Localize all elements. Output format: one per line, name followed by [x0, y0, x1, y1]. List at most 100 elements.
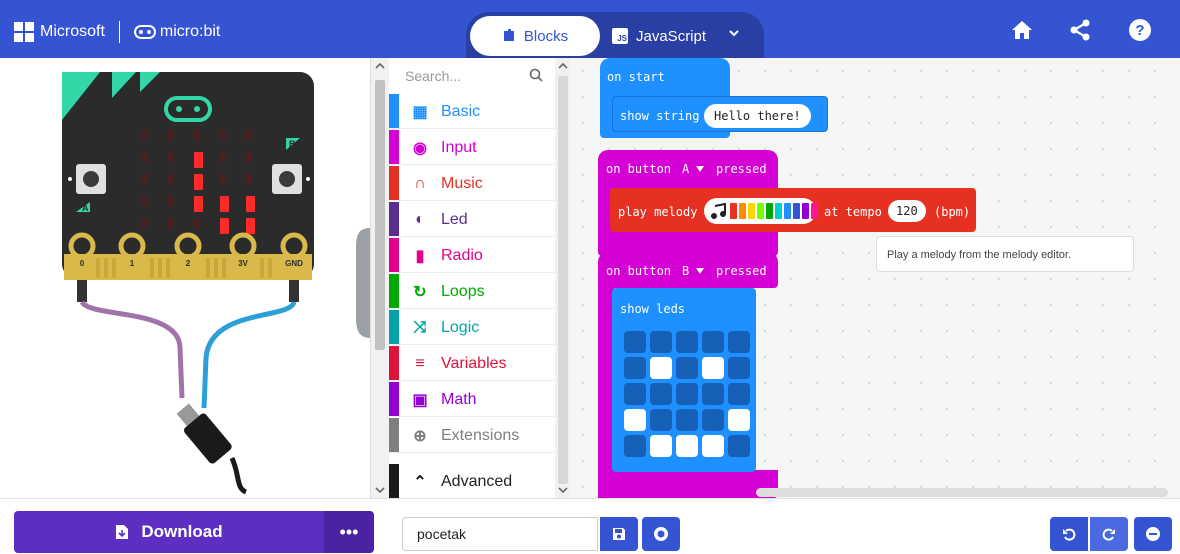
- led-3-0: [142, 196, 147, 206]
- tab-javascript[interactable]: JS JavaScript: [612, 16, 706, 56]
- collapse-simulator-handle[interactable]: [356, 228, 370, 338]
- led-toggle-0-3[interactable]: [702, 331, 724, 353]
- brand-separator: [118, 21, 120, 43]
- toolbox-search[interactable]: Search...: [393, 60, 553, 92]
- led-toggle-4-1[interactable]: [650, 435, 672, 457]
- led-toggle-0-1[interactable]: [650, 331, 672, 353]
- workspace-scrollbar[interactable]: [756, 488, 1168, 497]
- microbit-simulator[interactable]: A B 0 1 2 3V GND: [0, 58, 370, 498]
- led-toggle-1-4[interactable]: [728, 357, 750, 379]
- led-toggle-1-2[interactable]: [676, 357, 698, 379]
- list-icon: ≡: [415, 355, 425, 372]
- led-grid-editor[interactable]: [624, 331, 750, 457]
- category-label: Led: [441, 211, 468, 228]
- button-b-label: B: [289, 139, 296, 149]
- led-1-1: [168, 152, 173, 162]
- led-toggle-4-3[interactable]: [702, 435, 724, 457]
- melody-note-3: [757, 203, 764, 219]
- led-1-2: [194, 152, 203, 168]
- led-toggle-2-0[interactable]: [624, 383, 646, 405]
- tempo-label: at tempo: [824, 205, 882, 219]
- pin-0-label: 0: [80, 259, 85, 268]
- led-toggle-2-2[interactable]: [676, 383, 698, 405]
- category-color-bar: [389, 382, 399, 416]
- led-toggle-0-4[interactable]: [728, 331, 750, 353]
- category-music[interactable]: ∩ Music: [389, 166, 555, 201]
- language-dropdown-chevron-icon[interactable]: [728, 26, 740, 42]
- category-logic[interactable]: ⤨ Logic: [389, 310, 555, 345]
- led-toggle-2-1[interactable]: [650, 383, 672, 405]
- search-input[interactable]: Search...: [405, 68, 461, 84]
- category-input[interactable]: ◉ Input: [389, 130, 555, 165]
- undo-button[interactable]: [1050, 517, 1088, 551]
- led-3-4: [246, 196, 255, 212]
- category-advanced[interactable]: ⌃ Advanced: [389, 464, 555, 499]
- led-2-2: [194, 174, 203, 190]
- on-button-b-pressed-label: pressed: [716, 264, 767, 278]
- toolbox: Search... ▦ Basic ◉ Input ∩ Music ◐ Led ▮ Radio ↻ L…: [370, 58, 571, 499]
- category-color-bar: [389, 94, 399, 128]
- category-color-bar: [389, 464, 399, 498]
- button-b-dropdown[interactable]: B: [682, 264, 689, 278]
- redo-button[interactable]: [1090, 517, 1128, 551]
- wire-gnd: [201, 300, 297, 409]
- microsoft-logo-icon: [14, 22, 34, 42]
- button-a-dropdown[interactable]: A: [682, 162, 689, 176]
- toolbox-scrollbar-right[interactable]: [555, 58, 571, 498]
- category-label: Logic: [441, 319, 480, 336]
- category-math[interactable]: ▣ Math: [389, 382, 555, 417]
- led-toggle-1-0[interactable]: [624, 357, 646, 379]
- simulator-panel: A B 0 1 2 3V GND: [0, 58, 370, 498]
- blocks-workspace[interactable]: on start show string Hello there! on but…: [570, 58, 1180, 498]
- save-button[interactable]: [600, 517, 638, 551]
- led-toggle-3-2[interactable]: [676, 409, 698, 431]
- melody-preview: [730, 203, 818, 219]
- melody-note-8: [802, 203, 809, 219]
- zoom-out-button[interactable]: [1134, 517, 1172, 551]
- led-toggle-4-2[interactable]: [676, 435, 698, 457]
- tempo-value[interactable]: 120: [888, 200, 926, 222]
- led-toggle-2-4[interactable]: [728, 383, 750, 405]
- led-toggle-3-1[interactable]: [650, 409, 672, 431]
- share-icon[interactable]: [1068, 18, 1092, 42]
- led-toggle-3-4[interactable]: [728, 409, 750, 431]
- category-label: Music: [441, 175, 483, 192]
- category-label: Radio: [441, 247, 483, 264]
- home-icon[interactable]: [1010, 18, 1034, 42]
- help-icon[interactable]: ?: [1128, 18, 1152, 42]
- category-extensions[interactable]: ⊕ Extensions: [389, 418, 555, 453]
- led-toggle-1-1[interactable]: [650, 357, 672, 379]
- download-button[interactable]: Download: [14, 511, 324, 553]
- tab-blocks[interactable]: Blocks: [470, 16, 600, 56]
- toolbox-scrollbar-left[interactable]: [371, 58, 389, 498]
- category-loops[interactable]: ↻ Loops: [389, 274, 555, 309]
- brand-microsoft: Microsoft: [40, 23, 105, 40]
- chevron-down-icon: [696, 268, 704, 274]
- category-variables[interactable]: ≡ Variables: [389, 346, 555, 381]
- category-basic[interactable]: ▦ Basic: [389, 94, 555, 129]
- tab-blocks-label: Blocks: [523, 27, 569, 45]
- github-icon: [654, 527, 668, 541]
- led-toggle-4-4[interactable]: [728, 435, 750, 457]
- led-toggle-0-0[interactable]: [624, 331, 646, 353]
- category-led[interactable]: ◐ Led: [389, 202, 555, 237]
- signal-icon: ▮: [415, 248, 425, 265]
- led-toggle-4-0[interactable]: [624, 435, 646, 457]
- led-toggle-3-3[interactable]: [702, 409, 724, 431]
- led-toggle-0-2[interactable]: [676, 331, 698, 353]
- led-toggle-2-3[interactable]: [702, 383, 724, 405]
- category-radio[interactable]: ▮ Radio: [389, 238, 555, 273]
- show-string-value[interactable]: Hello there!: [704, 104, 811, 128]
- github-button[interactable]: [642, 517, 680, 551]
- project-name-input[interactable]: [402, 517, 598, 551]
- file-download-icon: [116, 525, 129, 539]
- show-leds-label: show leds: [620, 302, 686, 316]
- led-toggle-1-3[interactable]: [702, 357, 724, 379]
- headphones-icon: ∩: [414, 175, 426, 192]
- download-more-button[interactable]: •••: [324, 511, 374, 553]
- pin-gnd-label: GND: [285, 259, 303, 268]
- brand-logo[interactable]: Microsoft micro:bit: [14, 21, 220, 43]
- category-label: Variables: [441, 355, 507, 372]
- category-color-bar: [389, 346, 399, 380]
- led-toggle-3-0[interactable]: [624, 409, 646, 431]
